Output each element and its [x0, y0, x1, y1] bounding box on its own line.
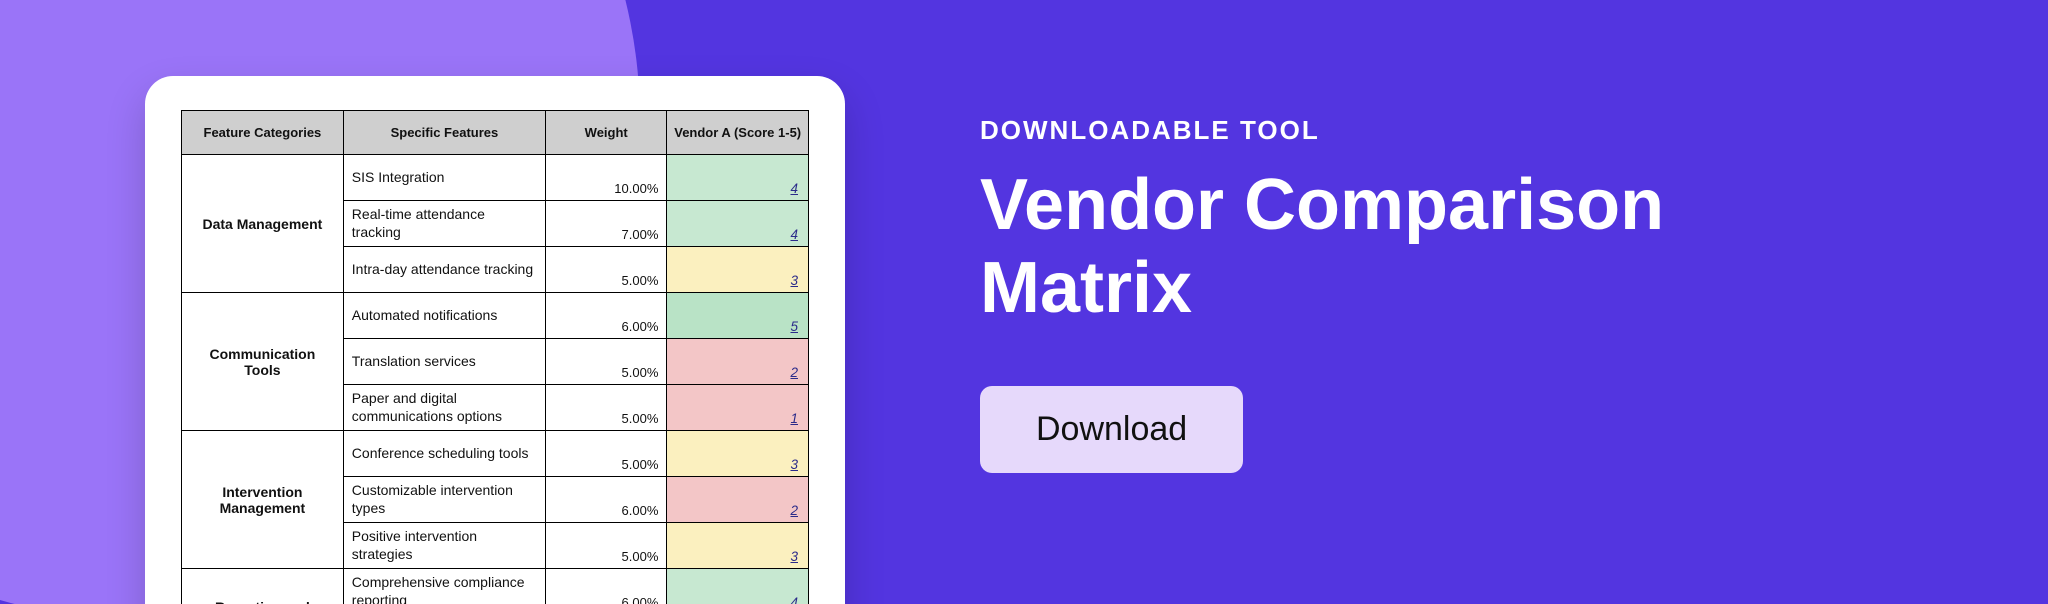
header-categories: Feature Categories [182, 111, 344, 155]
feature-cell: SIS Integration [343, 155, 545, 201]
score-cell: 2 [667, 339, 809, 385]
feature-cell: Positive intervention strategies [343, 523, 545, 569]
page-title: Vendor Comparison Matrix [980, 164, 1960, 330]
feature-cell: Automated notifications [343, 293, 545, 339]
feature-cell: Comprehensive compliance reporting [343, 569, 545, 604]
feature-cell: Real-time attendance tracking [343, 201, 545, 247]
weight-cell: 6.00% [546, 569, 667, 604]
weight-cell: 6.00% [546, 477, 667, 523]
score-cell: 4 [667, 155, 809, 201]
score-cell: 3 [667, 431, 809, 477]
weight-cell: 5.00% [546, 247, 667, 293]
category-cell: Reporting and Analytics [182, 569, 344, 604]
feature-cell: Conference scheduling tools [343, 431, 545, 477]
download-button[interactable]: Download [980, 386, 1243, 473]
table-row: Intervention ManagementConference schedu… [182, 431, 809, 477]
category-cell: Data Management [182, 155, 344, 293]
header-weight: Weight [546, 111, 667, 155]
eyebrow: DOWNLOADABLE TOOL [980, 115, 1960, 146]
score-cell: 3 [667, 523, 809, 569]
header-features: Specific Features [343, 111, 545, 155]
table-header-row: Feature Categories Specific Features Wei… [182, 111, 809, 155]
text-block: DOWNLOADABLE TOOL Vendor Comparison Matr… [980, 115, 1960, 473]
table-row: Communication ToolsAutomated notificatio… [182, 293, 809, 339]
score-cell: 4 [667, 201, 809, 247]
table-row: Reporting and AnalyticsComprehensive com… [182, 569, 809, 604]
table-row: Data ManagementSIS Integration10.00%4 [182, 155, 809, 201]
weight-cell: 5.00% [546, 339, 667, 385]
header-vendor-a: Vendor A (Score 1-5) [667, 111, 809, 155]
preview-card: Feature Categories Specific Features Wei… [145, 76, 845, 604]
category-cell: Intervention Management [182, 431, 344, 569]
score-cell: 3 [667, 247, 809, 293]
comparison-table: Feature Categories Specific Features Wei… [181, 110, 809, 604]
weight-cell: 5.00% [546, 431, 667, 477]
feature-cell: Customizable intervention types [343, 477, 545, 523]
title-line-1: Vendor Comparison [980, 165, 1664, 245]
score-cell: 2 [667, 477, 809, 523]
category-cell: Communication Tools [182, 293, 344, 431]
title-line-2: Matrix [980, 248, 1192, 328]
feature-cell: Paper and digital communications options [343, 385, 545, 431]
weight-cell: 10.00% [546, 155, 667, 201]
score-cell: 5 [667, 293, 809, 339]
score-cell: 4 [667, 569, 809, 604]
weight-cell: 7.00% [546, 201, 667, 247]
feature-cell: Translation services [343, 339, 545, 385]
feature-cell: Intra-day attendance tracking [343, 247, 545, 293]
score-cell: 1 [667, 385, 809, 431]
promo-banner: Feature Categories Specific Features Wei… [0, 0, 2048, 604]
weight-cell: 5.00% [546, 523, 667, 569]
weight-cell: 6.00% [546, 293, 667, 339]
weight-cell: 5.00% [546, 385, 667, 431]
